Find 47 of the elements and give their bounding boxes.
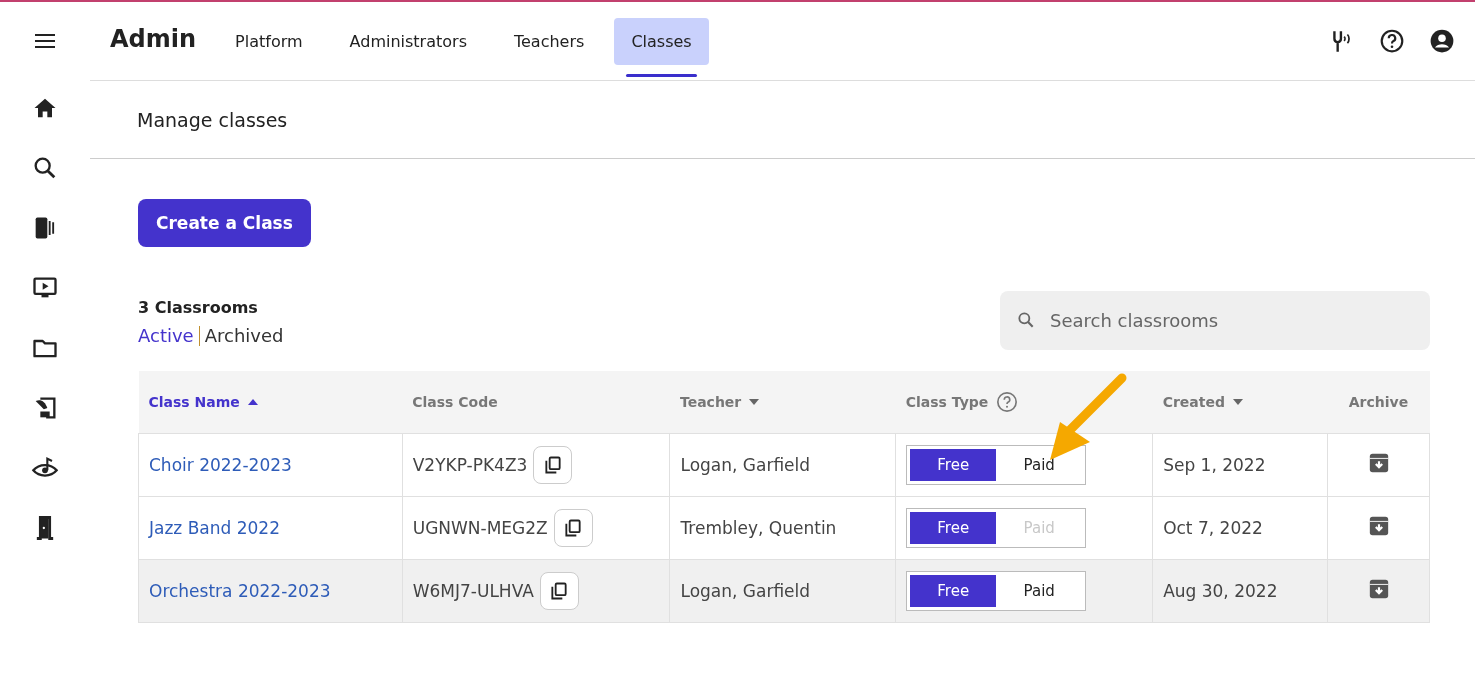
teacher-name: Trembley, Quentin	[680, 518, 837, 538]
class-code: W6MJ7-ULHVA	[412, 581, 534, 601]
toggle-option[interactable]: Free	[910, 512, 997, 544]
nav-tab[interactable]: Classes	[614, 17, 709, 65]
filter-link[interactable]: Archived	[204, 325, 284, 346]
archive-icon[interactable]	[1367, 452, 1390, 474]
copy-button[interactable]	[533, 446, 573, 484]
page-title: Manage classes	[137, 108, 288, 131]
filter-link[interactable]: Active	[138, 325, 194, 346]
class-name-link[interactable]: Jazz Band 2022	[149, 518, 280, 538]
column-header[interactable]: Archive	[1348, 394, 1409, 410]
toggle-option[interactable]: Free	[910, 449, 997, 481]
copy-icon	[542, 455, 563, 475]
classroom-count: 3 Classrooms	[138, 298, 259, 317]
class-code: UGNWN-MEG2Z	[412, 518, 548, 538]
create-class-button[interactable]: Create a Class	[138, 199, 311, 247]
help-icon[interactable]	[1379, 28, 1405, 54]
class-code: V2YKP-PK4Z3	[412, 455, 528, 475]
nav-tab[interactable]: Platform	[218, 17, 320, 65]
column-header[interactable]: Class Code	[412, 394, 498, 410]
column-header[interactable]: Class Name	[148, 394, 240, 410]
copy-icon	[549, 581, 570, 601]
column-header[interactable]: Created	[1162, 394, 1225, 410]
active-tab-indicator	[626, 73, 697, 77]
copy-icon	[563, 518, 584, 538]
toggle-option[interactable]: Free	[910, 575, 997, 607]
menu-icon[interactable]	[35, 34, 55, 48]
created-date: Aug 30, 2022	[1163, 581, 1278, 601]
column-header[interactable]: Teacher	[679, 394, 742, 410]
search-field[interactable]: Search classrooms	[1000, 291, 1430, 350]
column-header[interactable]: Class Type	[905, 394, 989, 410]
nav-tab[interactable]: Teachers	[496, 17, 602, 65]
created-date: Sep 1, 2022	[1163, 455, 1266, 475]
teacher-name: Logan, Garfield	[680, 581, 811, 601]
sort-down-icon[interactable]	[749, 399, 760, 405]
account-icon[interactable]	[1429, 28, 1455, 54]
copy-button[interactable]	[553, 509, 593, 547]
copy-button[interactable]	[539, 572, 579, 610]
archive-icon[interactable]	[1367, 515, 1390, 537]
teacher-name: Logan, Garfield	[680, 455, 811, 475]
sort-up-icon[interactable]	[247, 399, 258, 405]
created-date: Oct 7, 2022	[1163, 518, 1263, 538]
class-name-link[interactable]: Choir 2022-2023	[149, 455, 292, 475]
brand-title: Admin	[110, 25, 197, 53]
archive-icon[interactable]	[1367, 578, 1390, 600]
nav-tab[interactable]: Administrators	[332, 17, 484, 65]
sort-down-icon[interactable]	[1233, 399, 1243, 405]
